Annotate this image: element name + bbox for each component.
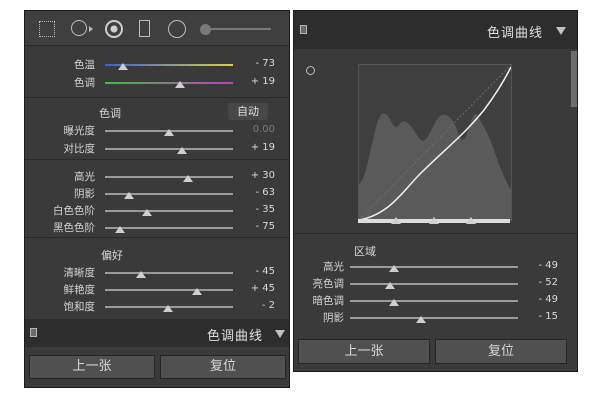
- reset-button[interactable]: 复位: [160, 355, 286, 379]
- slider-value: - 35: [255, 204, 275, 215]
- grid-overlay-icon[interactable]: [39, 21, 55, 37]
- slider-value: 0.00: [252, 124, 275, 135]
- slider-track[interactable]: [105, 148, 233, 150]
- slider-value: - 52: [538, 277, 558, 288]
- slider-thumb[interactable]: [385, 282, 396, 289]
- target-adjust-icon[interactable]: [306, 66, 315, 75]
- red-eye-icon[interactable]: [105, 20, 123, 38]
- slider-thumb[interactable]: [388, 265, 399, 272]
- temp-slider-thumb[interactable]: [118, 63, 128, 70]
- slider-label: 阴影: [74, 188, 95, 200]
- graduated-filter-icon[interactable]: [139, 20, 150, 37]
- tone-section-title: 色调: [99, 107, 121, 120]
- tone-curve-section-header[interactable]: 色调曲线: [294, 11, 577, 49]
- slider-track[interactable]: [105, 210, 233, 212]
- previous-button[interactable]: 上一张: [298, 339, 430, 364]
- slider-label: 鲜艳度: [63, 284, 96, 296]
- tool-strip: [25, 11, 289, 46]
- divider: [25, 159, 289, 160]
- crop-spot-icon[interactable]: [71, 20, 87, 36]
- slider-label: 暗色调: [312, 295, 345, 307]
- slider-label: 饱和度: [63, 301, 96, 313]
- curve-svg[interactable]: [358, 64, 512, 221]
- slider-thumb[interactable]: [164, 129, 174, 136]
- slider-track[interactable]: [350, 317, 518, 319]
- slider-thumb[interactable]: [183, 175, 194, 182]
- histogram: [359, 113, 511, 220]
- adjustment-brush-icon[interactable]: [200, 24, 211, 35]
- split-thumb-midtones[interactable]: [429, 217, 439, 224]
- slider-track[interactable]: [350, 266, 518, 268]
- divider: [25, 97, 289, 98]
- slider-thumb[interactable]: [124, 192, 135, 199]
- slider-thumb[interactable]: [176, 147, 187, 154]
- tone-curve-section-title: 色调曲线: [207, 329, 264, 344]
- slider-value: - 15: [538, 311, 558, 322]
- tint-value: + 19: [250, 76, 275, 87]
- reset-button[interactable]: 复位: [435, 339, 567, 364]
- slider-label: 白色色阶: [53, 205, 95, 217]
- slider-label: 高光: [323, 261, 344, 273]
- tone-curve-section-title: 色调曲线: [487, 26, 544, 41]
- region-title: 区域: [354, 245, 376, 258]
- slider-label: 曝光度: [63, 125, 96, 137]
- develop-panel-right: 色调曲线 区域 高光 - 49 亮色调 - 52 暗色调 - 49 阴影 - 15 上一张 复…: [293, 10, 578, 372]
- tone-curve-section-header[interactable]: 色调曲线: [25, 319, 289, 347]
- previous-button[interactable]: 上一张: [29, 355, 155, 379]
- panel-switch-icon[interactable]: [30, 328, 37, 337]
- slider-value: - 63: [255, 187, 275, 198]
- split-thumb-highlights[interactable]: [466, 217, 476, 224]
- slider-thumb[interactable]: [135, 271, 146, 278]
- tint-slider-track[interactable]: [105, 82, 233, 84]
- slider-value: + 30: [250, 170, 275, 181]
- slider-value: - 49: [538, 294, 558, 305]
- temp-value: - 73: [255, 58, 275, 69]
- slider-label: 黑色色阶: [53, 222, 95, 234]
- collapse-triangle-icon[interactable]: [556, 27, 566, 35]
- slider-label: 清晰度: [63, 267, 96, 279]
- slider-track[interactable]: [105, 176, 233, 178]
- slider-label: 对比度: [63, 143, 96, 155]
- panel-switch-icon[interactable]: [300, 25, 307, 34]
- slider-label: 阴影: [323, 312, 344, 324]
- divider: [294, 233, 577, 234]
- slider-value: + 45: [250, 283, 275, 294]
- split-thumb-shadows[interactable]: [391, 217, 401, 224]
- divider: [25, 237, 289, 238]
- radial-filter-icon[interactable]: [168, 20, 186, 38]
- brush-size-track[interactable]: [211, 28, 271, 30]
- tint-slider-thumb[interactable]: [175, 81, 185, 88]
- slider-thumb[interactable]: [162, 305, 173, 312]
- slider-label: 高光: [74, 171, 95, 183]
- slider-track[interactable]: [105, 289, 233, 291]
- temp-label: 色温: [74, 59, 95, 71]
- tint-label: 色调: [74, 77, 95, 89]
- slider-thumb[interactable]: [115, 226, 126, 233]
- slider-value: - 75: [255, 221, 275, 232]
- slider-thumb[interactable]: [388, 299, 399, 306]
- slider-value: - 49: [538, 260, 558, 271]
- slider-label: 亮色调: [312, 278, 345, 290]
- slider-value: + 19: [250, 142, 275, 153]
- tone-curve-graph[interactable]: [358, 64, 512, 221]
- auto-tone-button[interactable]: 自动: [228, 103, 268, 120]
- slider-thumb[interactable]: [415, 316, 426, 323]
- presence-section-title: 偏好: [101, 249, 123, 262]
- slider-track[interactable]: [350, 283, 518, 285]
- slider-thumb[interactable]: [192, 288, 203, 295]
- slider-value: - 2: [261, 300, 275, 311]
- arrow-right-icon: [89, 26, 93, 32]
- develop-panel-left: 色温 - 73 色调 + 19 色调 自动 曝光度 0.00 对比度 + 19 高光 + …: [24, 10, 290, 388]
- slider-value: - 45: [255, 266, 275, 277]
- slider-track[interactable]: [105, 272, 233, 274]
- scrollbar[interactable]: [571, 51, 577, 107]
- slider-track[interactable]: [350, 300, 518, 302]
- slider-thumb[interactable]: [142, 209, 153, 216]
- collapse-triangle-icon[interactable]: [275, 330, 285, 338]
